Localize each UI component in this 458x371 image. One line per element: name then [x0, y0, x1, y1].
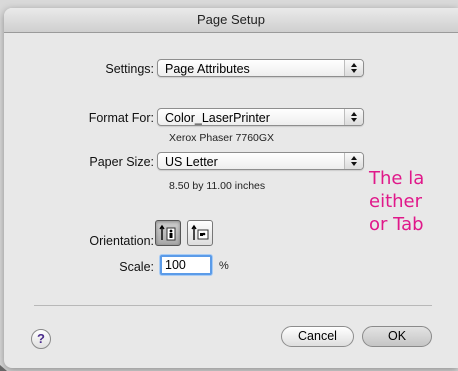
orientation-label: Orientation:	[89, 234, 154, 248]
paper-size-popup[interactable]: US Letter	[157, 152, 364, 170]
popup-arrows-icon	[344, 109, 363, 125]
settings-label: Settings:	[105, 62, 154, 76]
portrait-icon	[159, 224, 176, 241]
paper-dimensions: 8.50 by 11.00 inches	[169, 180, 266, 192]
resize-corner-icon	[0, 365, 7, 371]
scale-label: Scale:	[119, 260, 154, 274]
cancel-button[interactable]: Cancel	[281, 326, 354, 347]
popup-arrows-icon	[344, 60, 363, 76]
paper-size-value: US Letter	[165, 155, 218, 169]
ok-button[interactable]: OK	[362, 326, 432, 347]
paper-size-label: Paper Size:	[89, 155, 154, 169]
orientation-landscape-button[interactable]	[187, 220, 213, 246]
annotation-line-3: or Tab	[369, 214, 424, 235]
settings-popup[interactable]: Page Attributes	[157, 59, 364, 77]
orientation-portrait-button[interactable]	[155, 220, 181, 246]
annotation-line-2: either	[369, 191, 423, 212]
popup-arrows-icon	[344, 153, 363, 169]
format-for-label: Format For:	[88, 111, 154, 125]
landscape-icon	[191, 224, 209, 240]
format-for-value: Color_LaserPrinter	[165, 111, 270, 125]
printer-model: Xerox Phaser 7760GX	[169, 132, 275, 144]
format-for-popup[interactable]: Color_LaserPrinter	[157, 108, 364, 126]
scale-unit: %	[219, 260, 229, 272]
annotation-line-1: The la	[369, 168, 425, 189]
divider	[34, 305, 432, 306]
help-button[interactable]: ?	[31, 329, 51, 349]
settings-value: Page Attributes	[165, 62, 250, 76]
scale-input[interactable]: 100	[160, 255, 212, 275]
dialog-title: Page Setup	[4, 8, 458, 33]
